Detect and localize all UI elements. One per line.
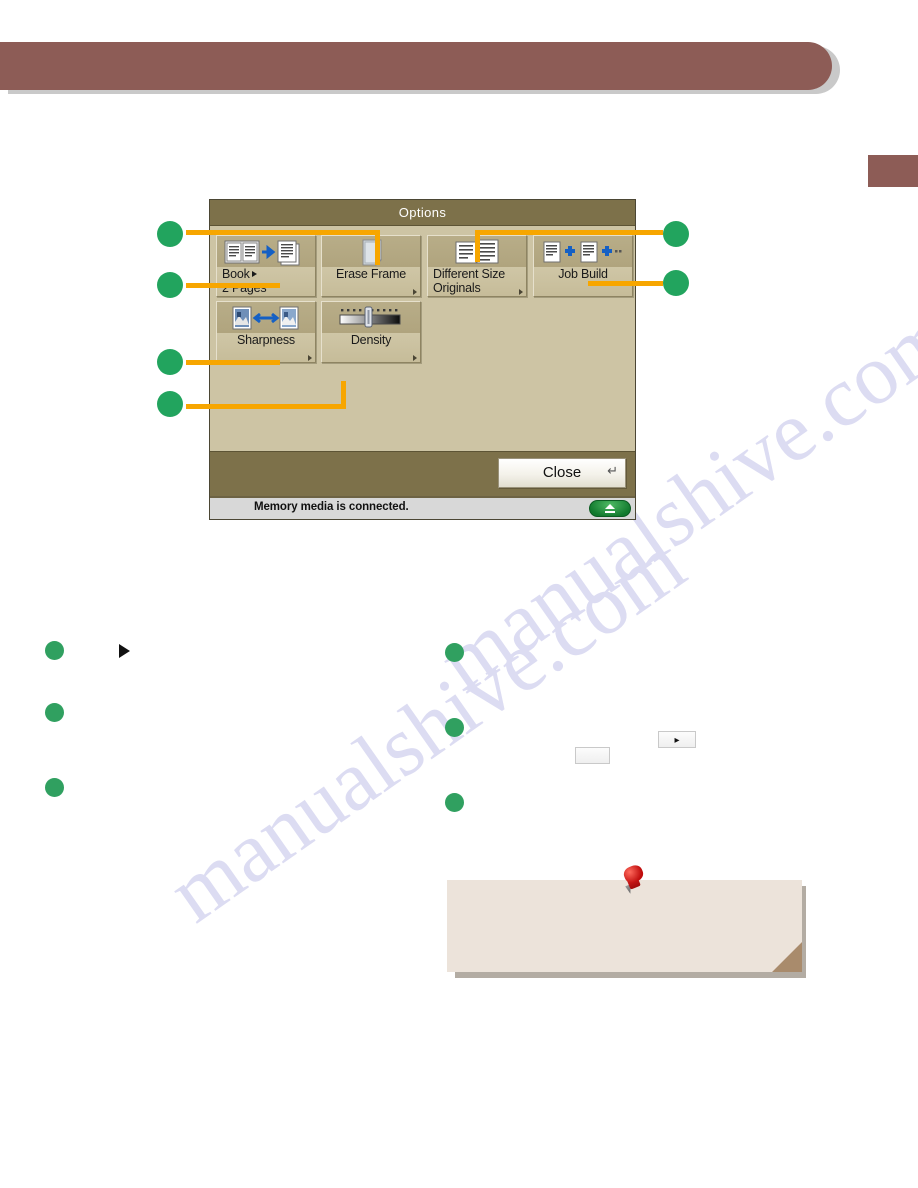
option-label-job-build: Job Build <box>558 267 608 281</box>
option-button-job-build[interactable]: Job Build <box>533 235 633 297</box>
callout-line-1 <box>186 230 380 235</box>
side-tab-marker <box>868 155 918 187</box>
step-marker-left-3 <box>45 778 64 797</box>
step-marker-right-3 <box>445 793 464 812</box>
density-slider-icon <box>322 304 420 334</box>
page-frame-icon <box>322 238 420 268</box>
inline-key-blank-glyph <box>576 748 609 763</box>
callout-marker-4 <box>157 391 183 417</box>
callout-line-5 <box>475 230 663 235</box>
step-marker-left-2 <box>45 703 64 722</box>
return-arrow-icon: ↵ <box>607 463 618 478</box>
option-label-different-size-originals: Different Size Originals <box>428 267 526 295</box>
inline-key-right-arrow-glyph: ▸ <box>674 735 680 746</box>
callout-marker-6 <box>663 270 689 296</box>
play-arrow-icon <box>119 644 130 658</box>
submenu-arrow-icon <box>413 355 417 361</box>
status-bar: Memory media is connected. <box>210 496 635 519</box>
submenu-arrow-icon <box>413 289 417 295</box>
callout-marker-1 <box>157 221 183 247</box>
submenu-arrow-icon <box>308 355 312 361</box>
header-banner <box>0 42 832 90</box>
options-screen-body: Book 2 Pages Erase Frame Different Size … <box>210 226 635 451</box>
option-button-sharpness[interactable]: Sharpness <box>216 301 316 363</box>
sharpness-images-icon <box>217 304 315 334</box>
eject-icon-bar <box>605 511 615 513</box>
option-label-erase-frame: Erase Frame <box>335 267 407 281</box>
status-bar-text: Memory media is connected. <box>254 501 409 513</box>
option-label-line2: Originals <box>433 281 481 295</box>
callout-line-5-vert <box>475 230 480 262</box>
callout-line-2 <box>186 283 280 288</box>
callout-line-4-vert <box>341 381 346 405</box>
eject-button[interactable] <box>589 500 631 517</box>
callout-marker-2 <box>157 272 183 298</box>
options-screen-footer: Close ↵ <box>210 451 635 496</box>
submenu-arrow-icon <box>251 271 257 277</box>
option-button-density[interactable]: Density <box>321 301 421 363</box>
pushpin-head <box>621 863 646 885</box>
step-marker-left-1 <box>45 641 64 660</box>
option-label-density: Density <box>350 333 392 347</box>
inline-key-right-arrow[interactable]: ▸ <box>658 731 696 748</box>
step-marker-right-1 <box>445 643 464 662</box>
option-label-line1: Book <box>222 267 250 281</box>
submenu-arrow-icon <box>519 289 523 295</box>
callout-line-3 <box>186 360 280 365</box>
close-button-label: Close <box>542 464 582 481</box>
eject-icon <box>605 504 615 509</box>
option-label-book-2-pages: Book 2 Pages <box>217 267 315 295</box>
close-button[interactable]: Close ↵ <box>498 458 626 488</box>
callout-marker-3 <box>157 349 183 375</box>
callout-line-4 <box>186 404 346 409</box>
inline-key-blank[interactable] <box>575 747 610 764</box>
note-fold-corner <box>772 942 802 972</box>
option-label-line1: Different Size <box>433 267 506 281</box>
callout-line-6 <box>588 281 663 286</box>
callout-line-1-vert <box>375 230 380 265</box>
option-button-erase-frame[interactable]: Erase Frame <box>321 235 421 297</box>
options-screen-title: Options <box>210 200 635 226</box>
pages-plus-icon <box>534 238 632 268</box>
step-marker-right-2 <box>445 718 464 737</box>
callout-marker-5 <box>663 221 689 247</box>
option-label-sharpness: Sharpness <box>237 333 295 347</box>
pushpin-icon <box>620 863 650 898</box>
watermark-layer: manualshive.com manualshive.com <box>0 0 918 1188</box>
book-to-two-pages-icon <box>217 238 315 268</box>
